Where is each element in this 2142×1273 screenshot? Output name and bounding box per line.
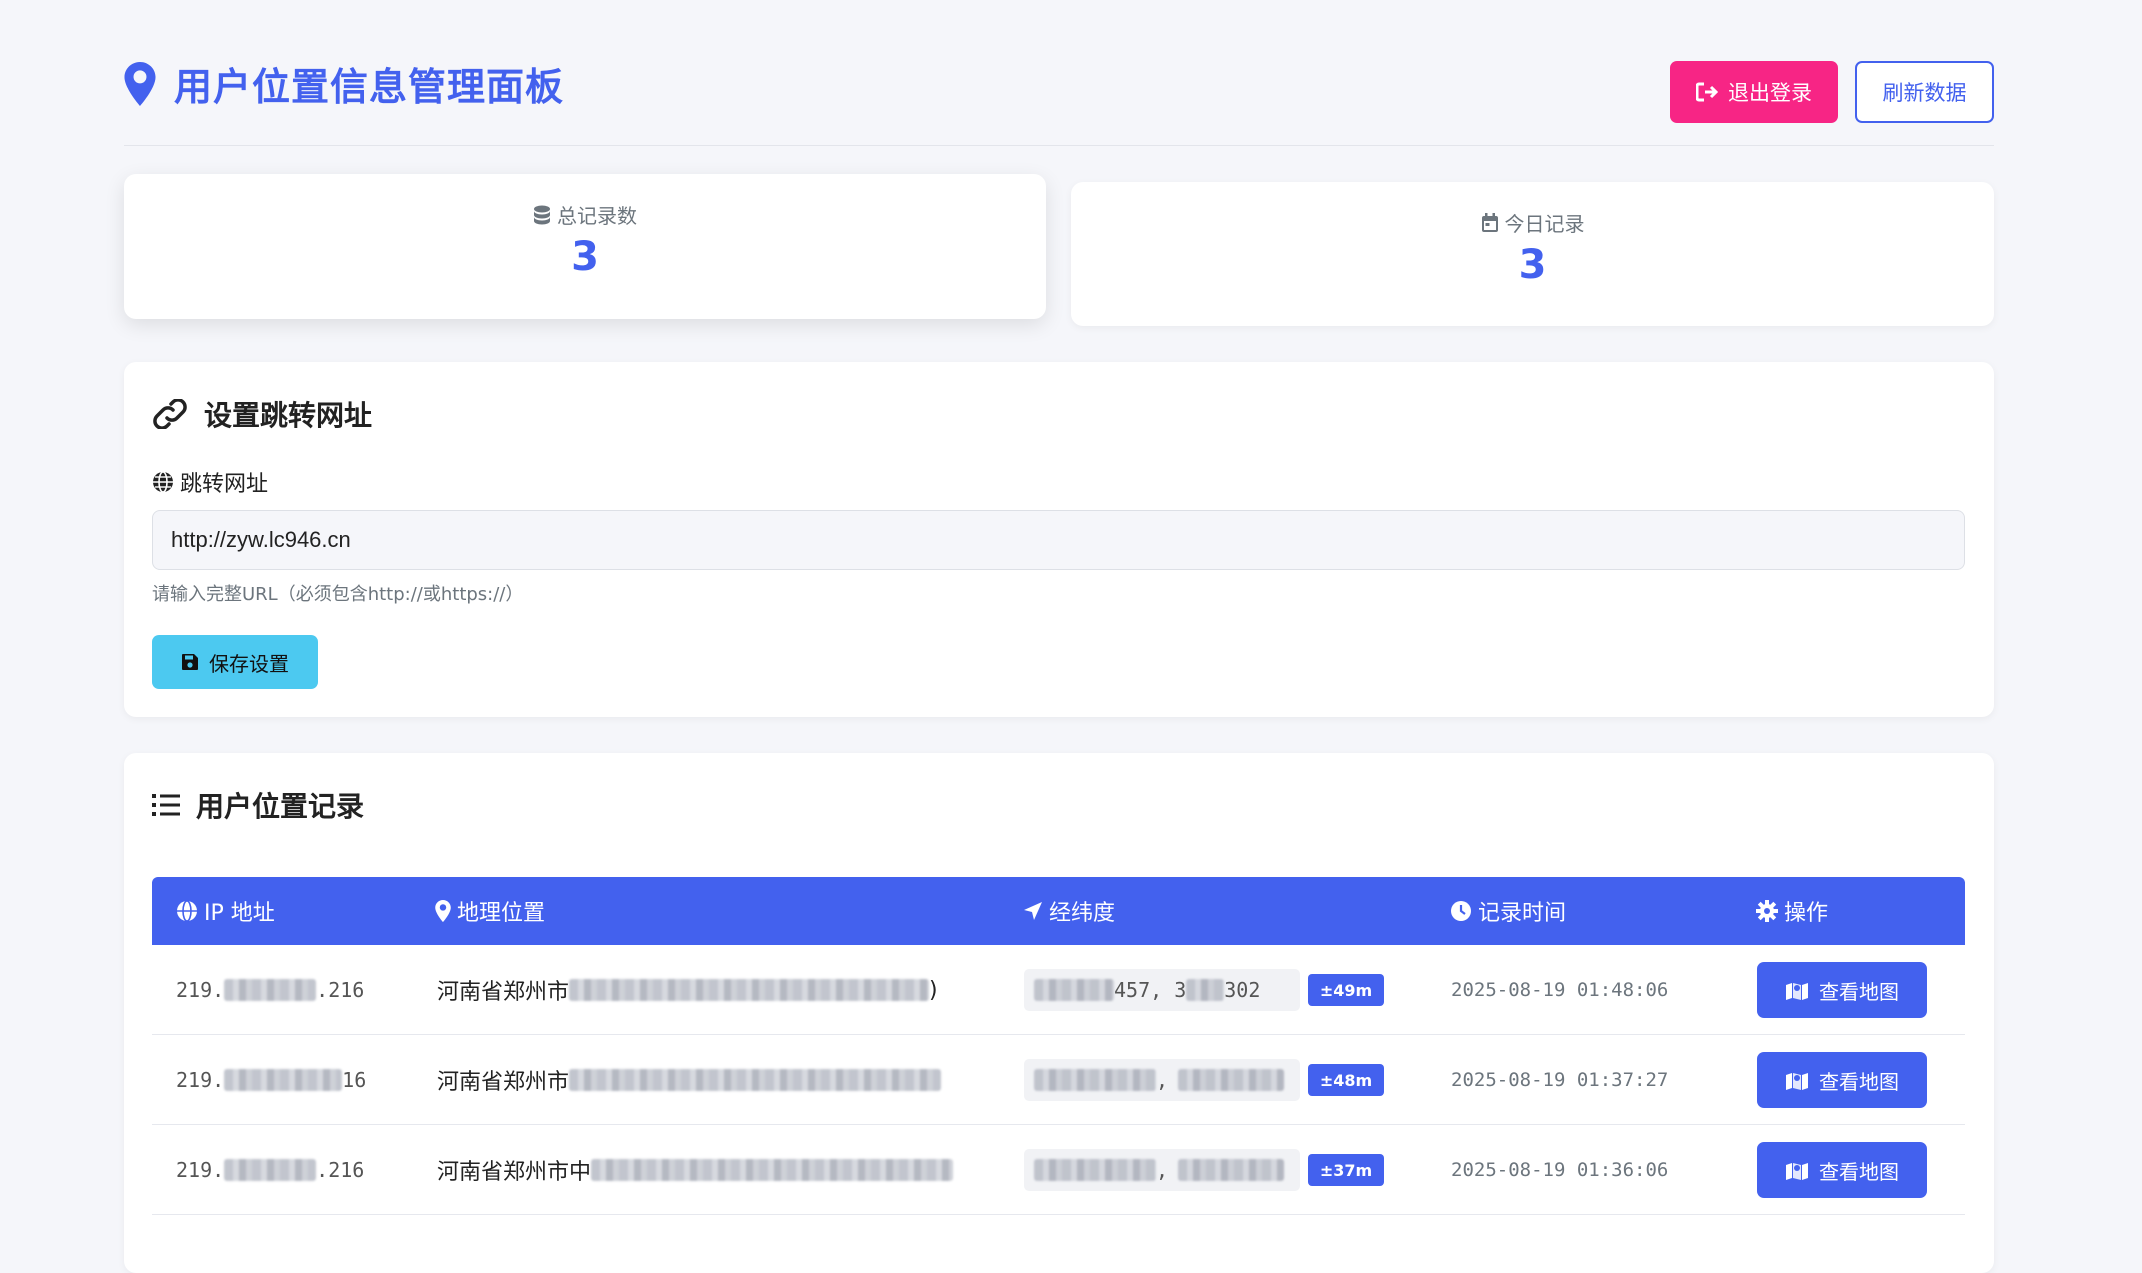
- map-marker-icon: [124, 61, 156, 106]
- redacted-text: [569, 1069, 942, 1091]
- brand: 用户位置信息管理面板: [124, 56, 564, 111]
- settings-card: 设置跳转网址 跳转网址 请输入完整URL（必须包含http://或https:/…: [124, 362, 1994, 717]
- view-map-button[interactable]: 查看地图: [1757, 1052, 1927, 1108]
- map-icon: [1786, 1073, 1808, 1090]
- redacted-text: [591, 1159, 954, 1181]
- location-cell: 河南省郑州市中: [437, 1125, 954, 1215]
- records-card: 用户位置记录 IP 地址 地理位置 经纬度 记录时间 操作 219. .216 …: [124, 753, 1994, 1273]
- column-location: 地理位置: [435, 877, 545, 945]
- table-header: IP 地址 地理位置 经纬度 记录时间 操作: [152, 877, 1965, 945]
- redacted-text: [224, 1159, 317, 1181]
- map-marker-icon: [435, 900, 451, 922]
- link-icon: [153, 399, 187, 429]
- redacted-text: [1178, 1159, 1285, 1181]
- redacted-text: [1178, 1069, 1285, 1091]
- accuracy-badge: ±49m: [1308, 974, 1384, 1006]
- page-title: 用户位置信息管理面板: [174, 65, 565, 109]
- view-map-button[interactable]: 查看地图: [1757, 962, 1927, 1018]
- redacted-text: [224, 1069, 343, 1091]
- location-cell: 河南省郑州市: [437, 1035, 942, 1125]
- sign-out-icon: [1696, 82, 1718, 102]
- gear-icon: [1756, 900, 1778, 922]
- column-time: 记录时间: [1450, 877, 1566, 945]
- redacted-text: [1034, 1159, 1156, 1181]
- actions-cell: 查看地图: [1757, 1035, 1927, 1125]
- table-row: 219. .216 河南省郑州市中 , ±37m 2025-08-19 01:3…: [152, 1125, 1965, 1215]
- coordinates-value: 457, 3 302: [1024, 969, 1300, 1011]
- coordinates-value: ,: [1024, 1149, 1300, 1191]
- stat-value-total: 3: [571, 234, 599, 280]
- save-icon: [182, 654, 198, 670]
- redacted-text: [1034, 979, 1114, 1001]
- stat-card-today: 今日记录 3: [1071, 182, 1994, 326]
- clock-icon: [1451, 901, 1471, 921]
- time-cell: 2025-08-19 01:48:06: [1451, 979, 1669, 1001]
- url-hint: 请输入完整URL（必须包含http://或https://）: [152, 584, 524, 605]
- coordinates-cell: , ±48m: [1024, 1035, 1384, 1125]
- ip-cell: 219. .216: [176, 1158, 365, 1182]
- redacted-text: [569, 979, 930, 1001]
- globe-icon: [153, 471, 173, 493]
- column-actions: 操作: [1756, 877, 1828, 945]
- stat-label-total: 总记录数: [124, 200, 1046, 229]
- page-header: 用户位置信息管理面板 退出登录 刷新数据: [124, 0, 1994, 146]
- url-field-label: 跳转网址: [152, 466, 268, 498]
- accuracy-badge: ±48m: [1308, 1064, 1384, 1096]
- ip-cell: 219. .216: [176, 978, 365, 1002]
- stat-value-today: 3: [1518, 242, 1547, 288]
- logout-button[interactable]: 退出登录: [1670, 61, 1838, 123]
- table-row: 219. 16 河南省郑州市 , ±48m 2025-08-19 01:37:2…: [152, 1035, 1965, 1125]
- refresh-button[interactable]: 刷新数据: [1855, 61, 1994, 123]
- list-icon: [152, 794, 180, 816]
- redacted-text: [1034, 1069, 1156, 1091]
- coordinates-value: ,: [1024, 1059, 1300, 1101]
- location-cell: 河南省郑州市 ): [437, 977, 938, 1006]
- view-map-button[interactable]: 查看地图: [1757, 1142, 1927, 1198]
- stat-label-today: 今日记录: [1071, 208, 1994, 237]
- calendar-icon: [1481, 212, 1498, 232]
- records-title: 用户位置记录: [152, 785, 364, 825]
- refresh-label: 刷新数据: [1882, 81, 1967, 105]
- actions-cell: 查看地图: [1757, 945, 1927, 1035]
- location-arrow-icon: [1024, 902, 1042, 920]
- column-coordinates: 经纬度: [1023, 877, 1115, 945]
- save-settings-button[interactable]: 保存设置: [152, 635, 318, 689]
- stat-card-total: 总记录数 3: [124, 174, 1046, 319]
- database-icon: [534, 205, 550, 224]
- records-table: IP 地址 地理位置 经纬度 记录时间 操作 219. .216 河南省郑州市 …: [152, 877, 1965, 1215]
- redacted-text: [224, 979, 317, 1001]
- time-cell: 2025-08-19 01:37:27: [1451, 1069, 1669, 1091]
- map-icon: [1786, 1163, 1808, 1180]
- table-row: 219. .216 河南省郑州市 ) 457, 3 302 ±49m 2025-…: [152, 945, 1965, 1035]
- globe-icon: [177, 900, 197, 922]
- coordinates-cell: 457, 3 302 ±49m: [1024, 945, 1384, 1035]
- map-icon: [1786, 983, 1808, 1000]
- accuracy-badge: ±37m: [1308, 1154, 1384, 1186]
- redacted-text: [1186, 979, 1225, 1001]
- redirect-url-input[interactable]: [152, 510, 1965, 570]
- ip-cell: 219. 16: [176, 1068, 367, 1092]
- logout-label: 退出登录: [1728, 81, 1812, 105]
- settings-title: 设置跳转网址: [152, 394, 372, 434]
- actions-cell: 查看地图: [1757, 1125, 1927, 1215]
- coordinates-cell: , ±37m: [1024, 1125, 1384, 1215]
- time-cell: 2025-08-19 01:36:06: [1451, 1159, 1669, 1181]
- column-ip: IP 地址: [176, 877, 275, 945]
